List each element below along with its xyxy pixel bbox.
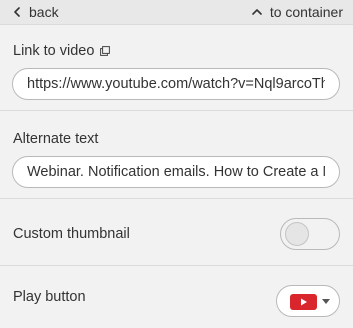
- chevron-left-icon: [14, 7, 20, 17]
- back-button[interactable]: back: [12, 4, 59, 20]
- alternate-text-section: Alternate text: [0, 111, 353, 199]
- video-link-label: Link to video: [13, 43, 95, 59]
- to-container-label: to container: [269, 4, 343, 20]
- video-settings-panel: back to container Link to video Alternat…: [0, 0, 353, 328]
- chevron-up-icon: [252, 9, 262, 15]
- toggle-knob: [285, 222, 309, 246]
- play-button-label: Play button: [13, 289, 86, 305]
- alternate-text-input[interactable]: [12, 156, 340, 188]
- top-navigation-bar: back to container: [0, 0, 353, 25]
- video-link-input[interactable]: [12, 68, 340, 100]
- video-link-label-row: Link to video: [13, 43, 111, 59]
- play-button-section: Play button: [0, 266, 353, 328]
- to-container-button[interactable]: to container: [252, 4, 343, 20]
- play-button-select[interactable]: [276, 285, 340, 317]
- back-label: back: [29, 4, 59, 20]
- video-link-section: Link to video: [0, 25, 353, 111]
- custom-thumbnail-label: Custom thumbnail: [13, 226, 130, 242]
- external-link-icon[interactable]: [100, 46, 111, 56]
- custom-thumbnail-toggle[interactable]: [280, 218, 340, 250]
- alternate-text-label: Alternate text: [13, 131, 99, 147]
- youtube-play-icon: [290, 294, 317, 310]
- caret-down-icon: [322, 299, 330, 304]
- custom-thumbnail-section: Custom thumbnail: [0, 199, 353, 266]
